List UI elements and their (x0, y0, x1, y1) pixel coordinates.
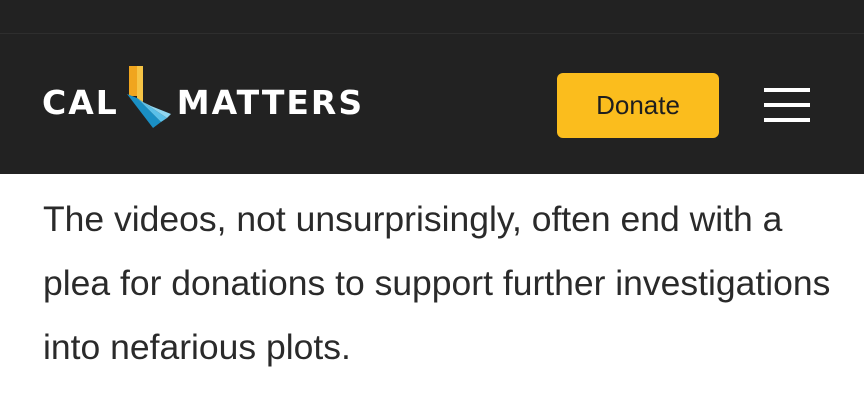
california-state-icon (126, 66, 171, 128)
menu-line-middle (764, 103, 810, 107)
menu-line-bottom (764, 118, 810, 122)
donate-button[interactable]: Donate (557, 73, 719, 138)
hamburger-menu-icon[interactable] (764, 88, 810, 124)
site-header: CAL MATTERS Donate (0, 34, 864, 174)
article-paragraph: The videos, not unsurprisingly, often en… (43, 199, 831, 367)
logo-text-left: CAL (42, 82, 119, 122)
calmatters-logo[interactable]: CAL MATTERS (42, 66, 365, 132)
logo-text-right: MATTERS (176, 82, 365, 122)
browser-top-strip (0, 0, 864, 34)
menu-line-top (764, 88, 810, 92)
